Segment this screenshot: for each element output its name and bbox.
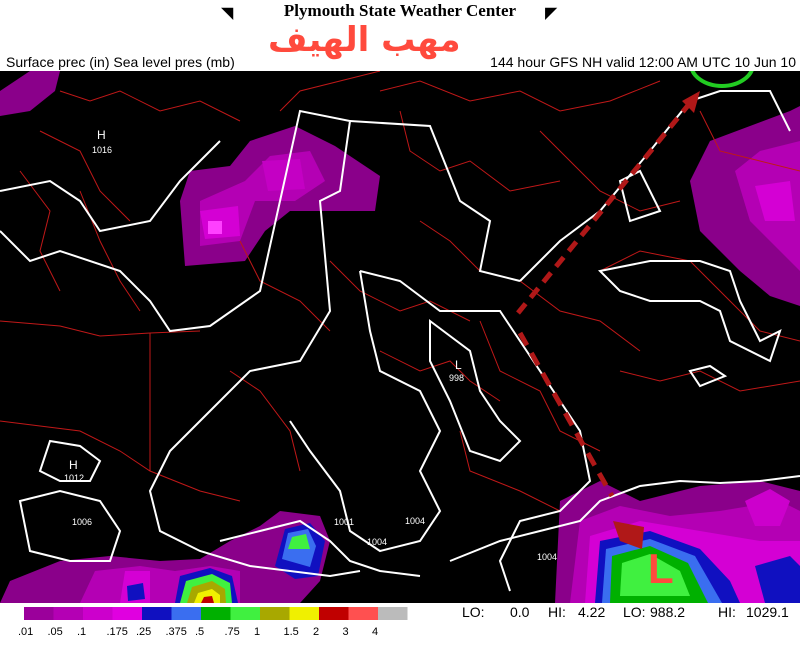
legend-tick-label: .175: [107, 626, 128, 638]
pressure-value-label: 998: [449, 373, 464, 383]
legend-swatch: [230, 607, 260, 620]
map-svg: L H 1016 L 998 H 1012 1006 1001 1004 100…: [0, 40, 800, 603]
overlay-arabic-title: مهب الهيف: [268, 20, 461, 60]
precip-area: [0, 71, 60, 116]
legend-swatch: [24, 607, 54, 620]
legend-swatch: [289, 607, 319, 620]
legend-swatch: [83, 607, 113, 620]
legend-tick-label: .01: [18, 626, 33, 638]
precip-hi-value: 4.22: [578, 604, 606, 620]
country-borders: [0, 70, 800, 512]
legend-tick-label: .75: [225, 626, 240, 638]
valid-time-label: 144 hour GFS NH valid 12:00 AM UTC 10 Ju…: [490, 54, 796, 70]
legend-tick-label: 1: [254, 626, 260, 638]
legend-swatch: [171, 607, 201, 620]
legend-tick-label: 2: [313, 626, 319, 638]
legend-swatch: [260, 607, 290, 620]
annotation-arrow: [516, 91, 700, 549]
legend-swatch: [319, 607, 349, 620]
field-description: Surface prec (in) Sea level pres (mb): [6, 54, 235, 70]
legend-swatch: [201, 607, 231, 620]
legend-tick-label: 3: [343, 626, 349, 638]
legend-tick-label: .5: [195, 626, 204, 638]
legend-swatch: [112, 607, 142, 620]
precip-hi-label: HI:: [548, 604, 566, 620]
precip-fields: [0, 71, 800, 603]
legend-tick-label: .1: [77, 626, 86, 638]
legend-tick-label: .375: [166, 626, 187, 638]
legend-swatch: [378, 607, 408, 620]
pressure-hi-label: HI:: [718, 604, 736, 620]
pressure-kind-label: H: [69, 458, 78, 472]
legend-tick-label: 4: [372, 626, 378, 638]
precip-area: [208, 221, 222, 234]
pressure-value-label: 1004: [367, 537, 387, 547]
legend-tick-label: .05: [48, 626, 63, 638]
pressure-kind-label: H: [97, 128, 106, 142]
pressure-value-label: 1012: [64, 473, 84, 483]
legend-tick-label: 1.5: [284, 626, 299, 638]
legend-swatch: [142, 607, 172, 620]
pressure-lo-label: LO:: [623, 604, 646, 620]
pressure-value-label: 1006: [72, 517, 92, 527]
pressure-value-label: 1004: [405, 516, 425, 526]
page-title: Plymouth State Weather Center: [283, 1, 517, 20]
weather-map: L H 1016 L 998 H 1012 1006 1001 1004 100…: [0, 40, 800, 603]
pressure-value-label: 1001: [334, 517, 354, 527]
pressure-value-label: 1016: [92, 145, 112, 155]
pressure-hi-value: 1029.1: [746, 604, 789, 620]
legend-swatch: [53, 607, 83, 620]
legend-swatches: [24, 607, 408, 620]
pressure-kind-label: L: [455, 358, 462, 372]
date-highlight-circle: [689, 40, 755, 88]
legend-ticks: .01 .05 .1 .175 .25 .375 .5 .75 1 1.5 2 3 4: [18, 626, 378, 638]
legend-tick-label: .25: [136, 626, 151, 638]
pressure-lo-value: 988.2: [650, 604, 686, 620]
pressure-value-label: 1004: [537, 552, 557, 562]
precip-lo-value: 0.0: [510, 604, 530, 620]
precip-area: [127, 583, 145, 601]
precip-lo-label: LO:: [462, 604, 485, 620]
legend-swatch: [348, 607, 378, 620]
low-pressure-annotation: L: [648, 545, 674, 592]
triangle-right-icon: ◤: [545, 5, 558, 22]
